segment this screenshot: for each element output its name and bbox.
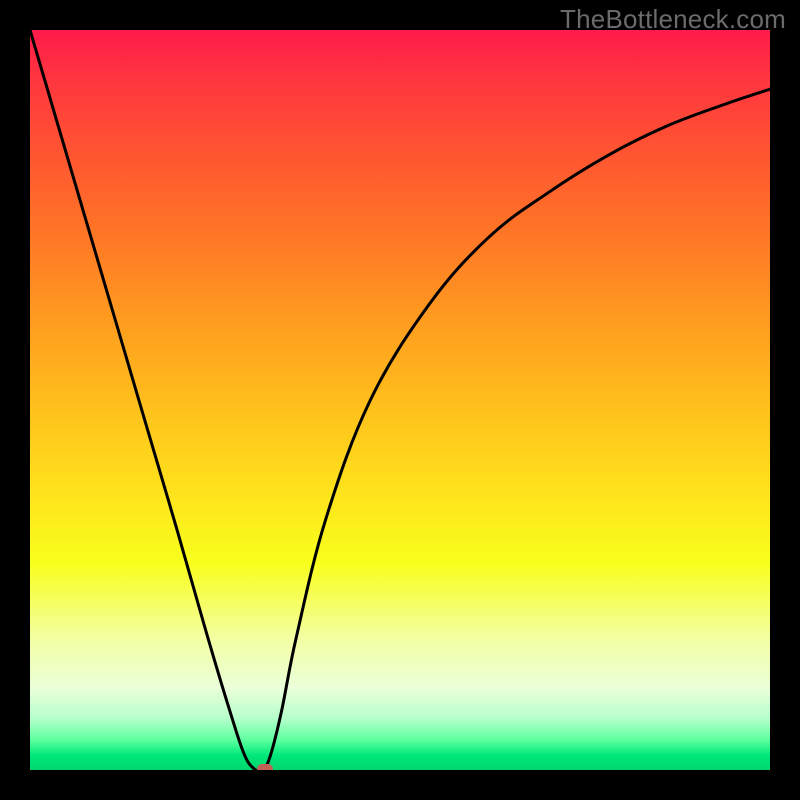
bottleneck-curve	[30, 30, 770, 770]
optimal-point-marker	[257, 764, 273, 770]
chart-frame: TheBottleneck.com	[0, 0, 800, 800]
watermark-text: TheBottleneck.com	[560, 4, 786, 35]
plot-area	[30, 30, 770, 770]
